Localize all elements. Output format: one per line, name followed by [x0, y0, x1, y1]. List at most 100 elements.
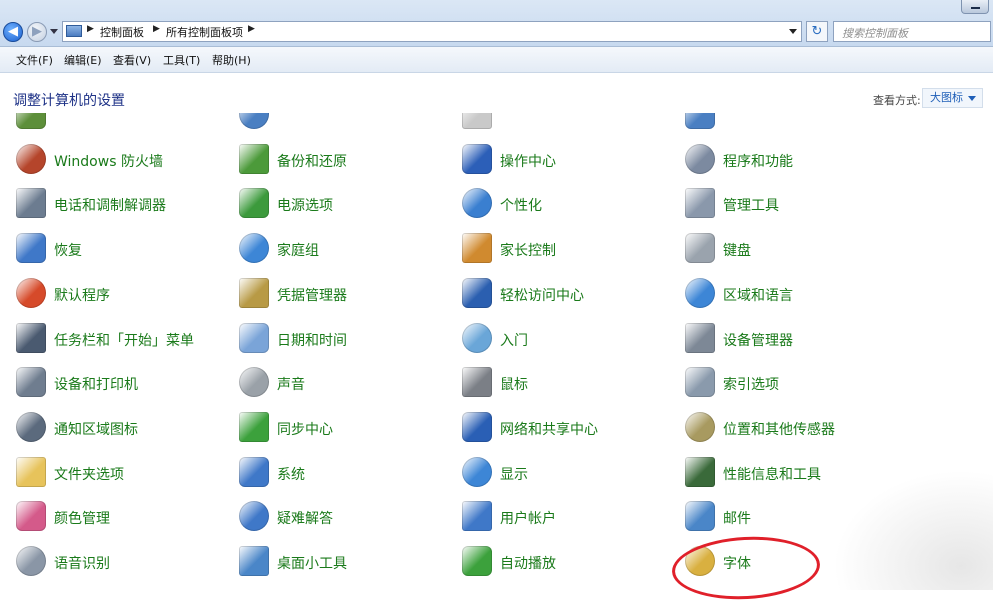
minimize-button[interactable]: [961, 0, 989, 14]
control-panel-item-label: 日期和时间: [277, 332, 347, 349]
control-panel-item[interactable]: 程序和功能: [685, 142, 900, 178]
control-panel-item[interactable]: 语音识别: [16, 544, 231, 580]
control-panel-item-label: 家长控制: [500, 243, 556, 260]
control-panel-item-label: 恢复: [54, 243, 82, 260]
forward-arrow-icon: ▶: [32, 24, 42, 39]
control-panel-item[interactable]: 鼠标: [462, 365, 677, 401]
control-panel-item[interactable]: 恢复: [16, 231, 231, 267]
control-panel-item[interactable]: 同步中心: [239, 410, 454, 446]
view-by-label: 查看方式:: [873, 94, 921, 107]
control-panel-item[interactable]: [239, 113, 454, 133]
control-panel-item[interactable]: 电源选项: [239, 186, 454, 222]
breadcrumb-separator-icon[interactable]: ▶: [153, 24, 160, 34]
control-panel-item[interactable]: 文件夹选项: [16, 455, 231, 491]
menu-help[interactable]: 帮助(H): [212, 52, 251, 68]
control-panel-item[interactable]: 自动播放: [462, 544, 677, 580]
address-dropdown-icon[interactable]: [789, 29, 797, 34]
address-bar[interactable]: ▶ 控制面板 ▶ 所有控制面板项 ▶: [62, 21, 802, 42]
control-panel-item[interactable]: 网络和共享中心: [462, 410, 677, 446]
control-panel-item-label: 电话和调制解调器: [54, 198, 166, 215]
search-box[interactable]: [833, 21, 991, 43]
control-panel-item-label: 轻松访问中心: [500, 287, 584, 304]
backup-icon: [239, 143, 269, 174]
menu-tools[interactable]: 工具(T): [163, 52, 200, 68]
title-bar: ◀ ▶ ▶ 控制面板 ▶ 所有控制面板项 ▶ ↻: [0, 0, 993, 47]
control-panel-item[interactable]: 索引选项: [685, 365, 900, 401]
device-manager-icon: [685, 322, 715, 353]
control-panel-item[interactable]: 设备和打印机: [16, 365, 231, 401]
control-panel-item[interactable]: 家庭组: [239, 231, 454, 267]
sync-icon: [239, 411, 269, 442]
flag-icon: [462, 143, 492, 174]
control-panel-item-label: 颜色管理: [54, 511, 110, 528]
control-panel-item[interactable]: 备份和还原: [239, 142, 454, 178]
control-panel-item-label: 键盘: [723, 243, 751, 260]
control-panel-item-label: 邮件: [723, 511, 751, 528]
ease-access-icon: [462, 277, 492, 308]
control-panel-item[interactable]: 默认程序: [16, 276, 231, 312]
control-panel-item[interactable]: 设备管理器: [685, 321, 900, 357]
control-panel-item[interactable]: 显示: [462, 455, 677, 491]
notification-icon: [16, 411, 46, 442]
getting-started-icon: [462, 322, 492, 353]
recent-pages-dropdown[interactable]: [50, 29, 58, 34]
control-panel-item-label: 通知区域图标: [54, 421, 138, 438]
control-panel-item[interactable]: 用户帐户: [462, 499, 677, 535]
control-panel-item[interactable]: 管理工具: [685, 186, 900, 222]
control-panel-item[interactable]: 声音: [239, 365, 454, 401]
control-panel-item-label: 用户帐户: [500, 511, 556, 528]
control-panel-item-label: 桌面小工具: [277, 556, 347, 572]
menu-view[interactable]: 查看(V): [113, 52, 151, 68]
breadcrumb-separator-icon[interactable]: ▶: [248, 24, 255, 34]
control-panel-item[interactable]: 颜色管理: [16, 499, 231, 535]
control-panel-item[interactable]: 电话和调制解调器: [16, 186, 231, 222]
troubleshoot-icon: [239, 501, 269, 532]
mail-icon: [685, 501, 715, 532]
control-panel-item[interactable]: 凭据管理器: [239, 276, 454, 312]
control-panel-item-label: 同步中心: [277, 421, 333, 438]
system-icon: [239, 456, 269, 487]
control-panel-item[interactable]: 入门: [462, 321, 677, 357]
control-panel-item[interactable]: 操作中心: [462, 142, 677, 178]
control-panel-item[interactable]: [16, 113, 231, 133]
view-by-dropdown[interactable]: 大图标: [922, 88, 983, 108]
control-panel-item[interactable]: 疑难解答: [239, 499, 454, 535]
control-panel-item[interactable]: Windows 防火墙: [16, 142, 231, 178]
control-panel-item[interactable]: 家长控制: [462, 231, 677, 267]
control-panel-item[interactable]: [685, 113, 900, 133]
sensor-icon: [685, 411, 715, 442]
menu-file[interactable]: 文件(F): [16, 52, 53, 68]
forward-button[interactable]: ▶: [27, 22, 47, 42]
control-panel-item[interactable]: 轻松访问中心: [462, 276, 677, 312]
control-panel-item-label: 个性化: [500, 198, 542, 215]
menu-edit[interactable]: 编辑(E): [64, 52, 102, 68]
breadcrumb-separator-icon[interactable]: ▶: [87, 24, 94, 34]
control-panel-item[interactable]: 日期和时间: [239, 321, 454, 357]
control-panel-item-label: 文件夹选项: [54, 466, 124, 483]
control-panel-item[interactable]: 键盘: [685, 231, 900, 267]
back-arrow-icon: ◀: [8, 24, 18, 39]
control-panel-item[interactable]: 桌面小工具: [239, 544, 454, 580]
phone-icon: [16, 188, 46, 219]
control-panel-item-label: 语音识别: [54, 556, 110, 572]
back-button[interactable]: ◀: [3, 22, 23, 42]
menu-bar: 文件(F) 编辑(E) 查看(V) 工具(T) 帮助(H): [0, 47, 993, 73]
refresh-button[interactable]: ↻: [806, 21, 828, 42]
control-panel-item[interactable]: 位置和其他传感器: [685, 410, 900, 446]
breadcrumb-all-items[interactable]: 所有控制面板项: [166, 24, 243, 40]
control-panel-item[interactable]: 通知区域图标: [16, 410, 231, 446]
control-panel-item-label: 位置和其他传感器: [723, 421, 835, 438]
control-panel-item-label: 凭据管理器: [277, 287, 347, 304]
keyboard-icon: [685, 233, 715, 264]
search-input[interactable]: [840, 24, 974, 43]
control-panel-item[interactable]: 区域和语言: [685, 276, 900, 312]
control-panel-item[interactable]: [462, 113, 677, 133]
breadcrumb-control-panel[interactable]: 控制面板: [100, 24, 144, 40]
control-panel-item[interactable]: 个性化: [462, 186, 677, 222]
control-panel-item[interactable]: 系统: [239, 455, 454, 491]
control-panel-item-label: 疑难解答: [277, 511, 333, 528]
control-panel-item-label: 索引选项: [723, 377, 779, 394]
network-icon: [462, 411, 492, 442]
control-panel-item[interactable]: 任务栏和「开始」菜单: [16, 321, 231, 357]
gadgets-icon: [239, 546, 269, 576]
